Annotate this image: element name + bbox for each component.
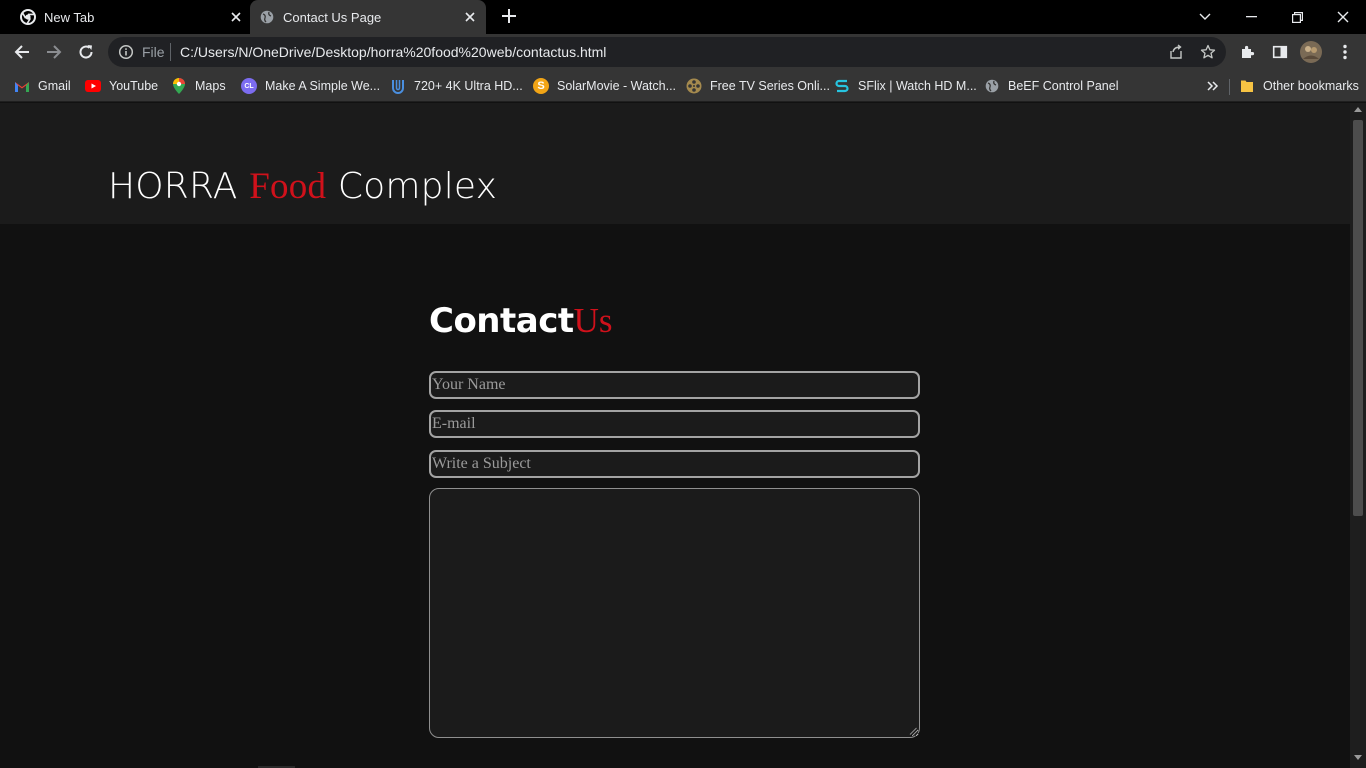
bookmark-make-a-simple-website[interactable]: CL Make A Simple We...: [241, 76, 380, 96]
tab-strip: New Tab Contact Us Page: [0, 0, 1366, 34]
globe-icon: [984, 78, 1000, 94]
minimize-button[interactable]: [1228, 0, 1274, 34]
chevron-down-icon: [1199, 13, 1211, 20]
brand-word-complex: Complex: [337, 166, 498, 207]
tab-title: New Tab: [44, 9, 95, 25]
subject-input[interactable]: [429, 450, 920, 478]
bookmark-label: YouTube: [109, 79, 159, 93]
reload-button[interactable]: [74, 40, 98, 64]
puzzle-icon: [1242, 45, 1255, 58]
plus-icon: [502, 9, 516, 23]
share-icon[interactable]: [1164, 40, 1188, 64]
new-tab-button[interactable]: [498, 6, 520, 28]
bookmark-sflix[interactable]: SFlix | Watch HD M...: [834, 76, 977, 96]
scroll-up-arrow-icon[interactable]: [1354, 107, 1362, 112]
profile-avatar[interactable]: [1299, 40, 1323, 64]
solarmovie-icon: S: [533, 78, 549, 94]
minimize-icon: [1245, 16, 1257, 18]
bookmark-4k-ultra-hd[interactable]: 720+ 4K Ultra HD...: [390, 76, 523, 96]
restore-icon: [1291, 11, 1303, 23]
gmail-icon: [14, 78, 30, 94]
avatar-icon: [1300, 41, 1322, 63]
email-input[interactable]: [429, 410, 920, 438]
bookmark-beef-control-panel[interactable]: BeEF Control Panel: [984, 76, 1118, 96]
bookmark-label: 720+ 4K Ultra HD...: [414, 79, 523, 93]
other-bookmarks-label: Other bookmarks: [1263, 79, 1359, 93]
brand-word-horra: HORRA: [108, 166, 238, 207]
extensions-button[interactable]: [1236, 40, 1260, 64]
bookmark-youtube[interactable]: YouTube: [85, 76, 158, 96]
folder-icon: [1239, 78, 1255, 94]
side-panel-icon: [1272, 45, 1288, 59]
scroll-down-arrow-icon[interactable]: [1354, 755, 1362, 760]
tab-contact-us-page[interactable]: Contact Us Page: [250, 0, 486, 34]
double-chevron-right-icon: [1207, 81, 1219, 91]
youtube-icon: [85, 78, 101, 94]
tab-new-tab[interactable]: New Tab: [12, 0, 244, 34]
heading-contact: Contact: [429, 301, 574, 341]
site-logo[interactable]: HORRA Food Complex: [108, 165, 497, 208]
omnibox-divider: [170, 43, 171, 61]
bookmark-label: SFlix | Watch HD M...: [858, 79, 977, 93]
bookmark-solarmovie[interactable]: S SolarMovie - Watch...: [533, 76, 676, 96]
message-textarea[interactable]: [429, 488, 920, 738]
close-icon: [1337, 11, 1349, 23]
tab-search-button[interactable]: [1182, 0, 1228, 34]
cl-icon: CL: [241, 78, 257, 94]
name-input[interactable]: [429, 371, 920, 399]
forward-button[interactable]: [42, 40, 66, 64]
u-logo-icon: [390, 78, 406, 94]
bookmarks-bar: Gmail YouTube Maps CL Make A Simple We..…: [0, 70, 1366, 102]
close-window-button[interactable]: [1320, 0, 1366, 34]
back-button[interactable]: [10, 40, 34, 64]
bookmark-label: Gmail: [38, 79, 71, 93]
globe-icon: [259, 9, 275, 25]
brand-word-food: Food: [249, 166, 327, 207]
vertical-scrollbar[interactable]: [1350, 103, 1366, 768]
more-vert-icon: [1343, 44, 1347, 60]
sflix-icon: [834, 78, 850, 94]
restore-button[interactable]: [1274, 0, 1320, 34]
tab-title: Contact Us Page: [283, 9, 382, 25]
url-scheme-label: File: [142, 44, 165, 60]
page-title: ContactUs: [429, 301, 613, 341]
film-reel-icon: [686, 78, 702, 94]
site-header: HORRA Food Complex: [0, 103, 1350, 224]
url-text[interactable]: C:/Users/N/OneDrive/Desktop/horra%20food…: [180, 44, 606, 60]
maps-icon: [171, 78, 187, 94]
bookmark-label: BeEF Control Panel: [1008, 79, 1119, 93]
heading-us: Us: [573, 301, 613, 340]
star-icon[interactable]: [1196, 40, 1220, 64]
address-bar[interactable]: File C:/Users/N/OneDrive/Desktop/horra%2…: [108, 37, 1226, 67]
chrome-icon: [20, 9, 36, 25]
bookmark-gmail[interactable]: Gmail: [14, 76, 71, 96]
browser-toolbar: File C:/Users/N/OneDrive/Desktop/horra%2…: [0, 34, 1366, 70]
info-icon[interactable]: [118, 44, 134, 60]
side-panel-button[interactable]: [1268, 40, 1292, 64]
bookmark-label: Make A Simple We...: [265, 79, 381, 93]
bookmarks-divider: [1229, 79, 1230, 95]
arrow-left-icon: [14, 45, 29, 59]
bookmark-label: SolarMovie - Watch...: [557, 79, 677, 93]
page-viewport: HORRA Food Complex ContactUs: [0, 103, 1350, 768]
resize-handle-icon[interactable]: [909, 727, 917, 735]
close-tab-icon[interactable]: [228, 9, 244, 25]
close-tab-icon[interactable]: [462, 9, 478, 25]
scroll-thumb[interactable]: [1353, 120, 1363, 516]
bookmark-free-tv-series[interactable]: Free TV Series Onli...: [686, 76, 830, 96]
bookmark-label: Maps: [195, 79, 226, 93]
reload-icon: [79, 45, 93, 59]
bookmark-label: Free TV Series Onli...: [710, 79, 830, 93]
arrow-right-icon: [47, 45, 62, 59]
bookmark-maps[interactable]: Maps: [171, 76, 226, 96]
more-bookmarks-button[interactable]: [1207, 76, 1219, 96]
menu-button[interactable]: [1333, 40, 1357, 64]
other-bookmarks[interactable]: Other bookmarks: [1239, 76, 1359, 96]
